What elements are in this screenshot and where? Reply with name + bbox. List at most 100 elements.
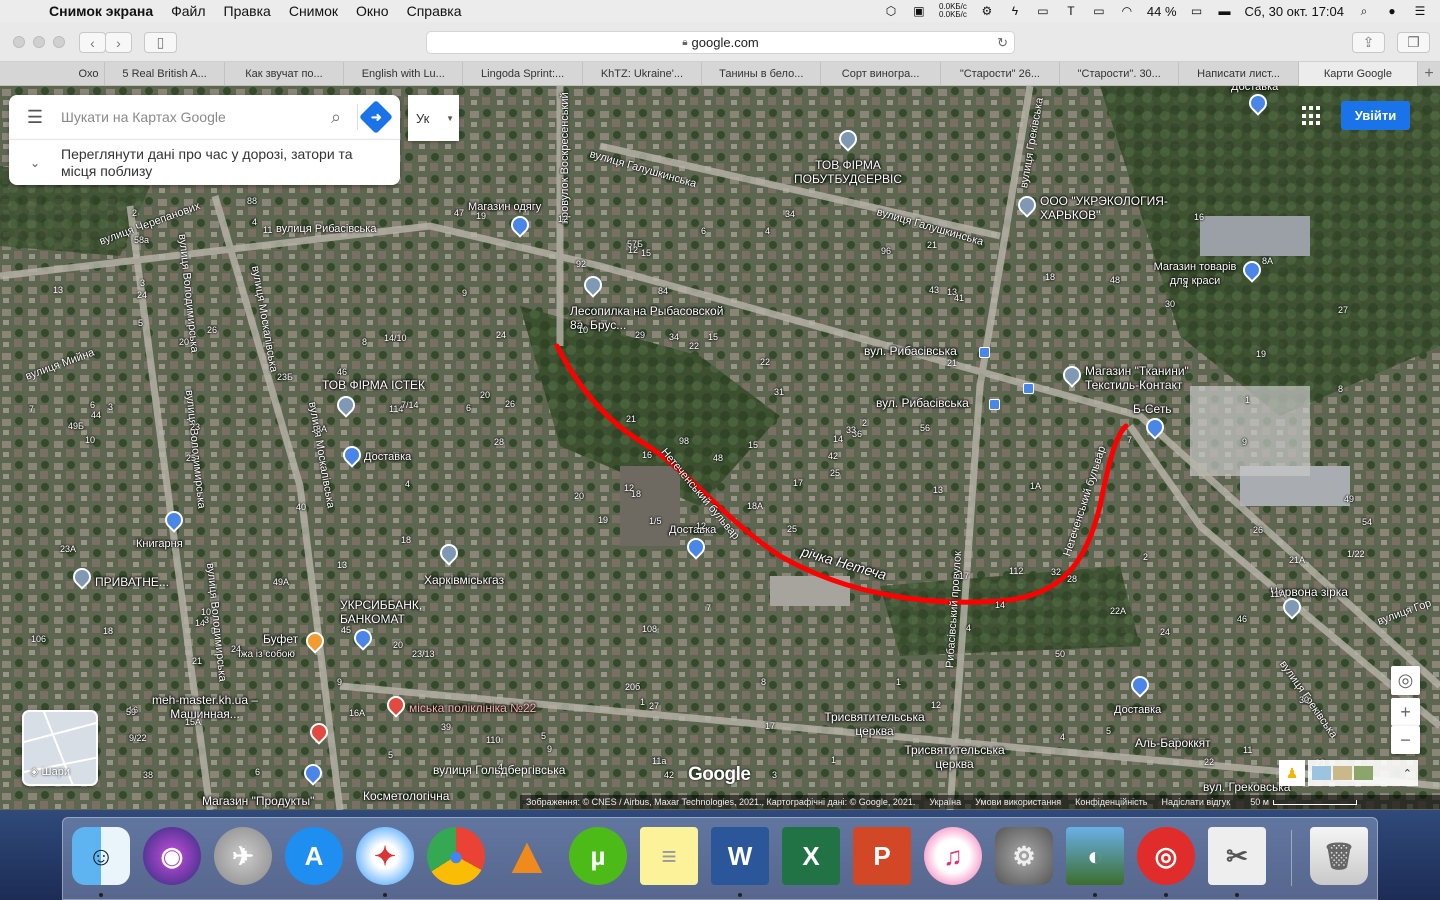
terms-link[interactable]: Умови використання bbox=[975, 797, 1061, 807]
tab[interactable]: "Старости" 26... bbox=[941, 62, 1061, 86]
bus-stop-icon[interactable] bbox=[979, 347, 990, 358]
country-link[interactable]: Україна bbox=[929, 797, 961, 807]
share-button[interactable]: ⇪ bbox=[1352, 32, 1385, 53]
chevron-up-icon[interactable]: ⌃ bbox=[1403, 767, 1412, 780]
thumbnail[interactable] bbox=[1333, 766, 1352, 780]
poi-label[interactable]: Магазин "Продукты" bbox=[202, 794, 314, 808]
menu-app-name[interactable]: Снимок экрана bbox=[40, 3, 162, 19]
privacy-link[interactable]: Конфіденційність bbox=[1075, 797, 1147, 807]
menu-help[interactable]: Справка bbox=[398, 3, 471, 19]
poi-label[interactable]: УКРСИББАНК, БАНКОМАТ bbox=[340, 598, 450, 626]
gas-station-pin[interactable] bbox=[1142, 414, 1168, 442]
poi-label[interactable]: ТОВ ФІРМА ІСТЕК bbox=[322, 378, 425, 392]
spotlight-icon[interactable]: ⌕ bbox=[1356, 4, 1372, 18]
poi-label[interactable]: Доставка bbox=[1114, 703, 1161, 717]
tab[interactable]: "Старости". 30... bbox=[1060, 62, 1180, 86]
notification-center-icon[interactable]: ☰ bbox=[1412, 4, 1428, 18]
tab[interactable]: Lingoda Sprint:... bbox=[463, 62, 583, 86]
minimize-window-button[interactable] bbox=[33, 36, 45, 48]
utorrent-icon[interactable]: µ bbox=[569, 827, 627, 885]
poi-label[interactable]: Доставка bbox=[364, 450, 411, 464]
poi-label[interactable]: вул. Грековська bbox=[1203, 780, 1290, 794]
search-icon[interactable]: ⌕ bbox=[321, 107, 351, 128]
shopping-pin[interactable] bbox=[683, 534, 709, 562]
map-pin[interactable] bbox=[436, 540, 462, 568]
tab[interactable]: 5 Real British A... bbox=[105, 62, 225, 86]
forward-button[interactable]: › bbox=[105, 32, 132, 53]
reload-icon[interactable]: ↻ bbox=[997, 35, 1008, 51]
siri-menu-icon[interactable]: ● bbox=[1384, 4, 1400, 18]
hospital-pin[interactable] bbox=[383, 692, 409, 720]
zoom-window-button[interactable] bbox=[53, 36, 65, 48]
system-preferences-icon[interactable]: ⚙ bbox=[995, 827, 1053, 885]
poi-label[interactable]: Лесопилка на Рыбасовской 8а, Брус... bbox=[570, 304, 730, 332]
map-pin[interactable] bbox=[69, 564, 95, 592]
bus-stop-icon[interactable] bbox=[1023, 383, 1034, 394]
input-flag-icon[interactable]: ▬ bbox=[1217, 4, 1233, 18]
zoom-in-button[interactable]: + bbox=[1391, 698, 1420, 726]
battery-icon[interactable]: ▭ bbox=[1189, 4, 1205, 18]
menu-edit[interactable]: Правка bbox=[215, 3, 280, 19]
menu-window[interactable]: Окно bbox=[347, 3, 398, 19]
shopping-pin[interactable] bbox=[1127, 672, 1153, 700]
clock[interactable]: Сб, 30 окт. 17:04 bbox=[1245, 4, 1344, 19]
excel-icon[interactable]: X bbox=[782, 827, 840, 885]
siri-icon[interactable]: ◉ bbox=[143, 827, 201, 885]
shopping-pin[interactable] bbox=[161, 507, 187, 535]
tab[interactable]: English with Lu... bbox=[344, 62, 464, 86]
poi-label[interactable]: Трисвятительська церква bbox=[892, 743, 1017, 771]
tab[interactable]: Как звучат по... bbox=[225, 62, 345, 86]
map-pin[interactable] bbox=[306, 719, 332, 747]
vlc-icon[interactable]: ▲ bbox=[498, 827, 556, 885]
poi-label[interactable]: meh-master.kh.ua – Машинная... bbox=[140, 693, 270, 721]
my-location-button[interactable]: ◎ bbox=[1391, 666, 1420, 695]
poi-label[interactable]: Аль-Бароккят bbox=[1135, 736, 1211, 750]
poi-label[interactable]: Доставка bbox=[1231, 86, 1278, 94]
map-pin[interactable] bbox=[1279, 594, 1305, 622]
screenshot-icon[interactable]: ✂ bbox=[1208, 827, 1266, 885]
word-icon[interactable]: W bbox=[711, 827, 769, 885]
tab-active[interactable]: Карти Google bbox=[1298, 62, 1419, 86]
document-icon[interactable]: ▭ bbox=[1035, 4, 1051, 18]
feedback-link[interactable]: Надіслати відгук bbox=[1161, 797, 1230, 807]
wifi-icon[interactable]: ◠ bbox=[1119, 4, 1135, 18]
poi-label[interactable]: Харківміськгаз bbox=[424, 573, 504, 587]
directions-button[interactable]: ➜ bbox=[359, 100, 393, 134]
poi-label[interactable]: Магазин "Тканини" Текстиль-Контакт bbox=[1085, 364, 1225, 392]
close-window-button[interactable] bbox=[13, 36, 25, 48]
map-canvas[interactable]: вулиця Галушкинська вулиця Галушкинська … bbox=[0, 86, 1440, 810]
map-pin[interactable] bbox=[1059, 362, 1085, 390]
address-bar[interactable]: 🔒︎ google.com ↻ bbox=[426, 31, 1015, 54]
text-icon[interactable]: T bbox=[1063, 4, 1079, 18]
search-input[interactable]: Шукати на Картах Google bbox=[61, 109, 321, 125]
menu-capture[interactable]: Снимок bbox=[280, 3, 347, 19]
shopping-pin[interactable] bbox=[339, 442, 365, 470]
airplay-icon[interactable]: ▭ bbox=[1091, 4, 1107, 18]
sign-in-button[interactable]: Увійти bbox=[1341, 101, 1410, 130]
poi-label[interactable]: Трисвятительська церква bbox=[812, 710, 937, 738]
restaurant-pin[interactable] bbox=[302, 628, 328, 656]
poi-label[interactable]: Магазин товарів для краси bbox=[1150, 260, 1240, 288]
back-button[interactable]: ‹ bbox=[79, 32, 106, 53]
menu-icon[interactable]: ☰ bbox=[9, 107, 61, 128]
shopping-pin[interactable] bbox=[300, 760, 326, 788]
pegman-icon[interactable]: ♟ bbox=[1279, 760, 1305, 786]
app-store-icon[interactable]: A bbox=[285, 827, 343, 885]
poi-label[interactable]: ПРИВАТНЕ... bbox=[95, 575, 169, 589]
trash-icon[interactable]: 🗑︎ bbox=[1310, 827, 1368, 885]
thumbnail[interactable] bbox=[1312, 766, 1331, 780]
poi-label[interactable]: Доставка bbox=[669, 523, 716, 537]
tab[interactable]: KhTZ: Ukraine'... bbox=[583, 62, 703, 86]
poi-label[interactable]: Їжа із собою bbox=[238, 648, 295, 662]
map-pin[interactable] bbox=[580, 272, 606, 300]
shopping-pin[interactable] bbox=[507, 212, 533, 240]
poi-label[interactable]: міська поліклініка №22 bbox=[409, 701, 536, 715]
gear-icon[interactable]: ⚙ bbox=[979, 4, 995, 18]
tab[interactable]: Танины в бело... bbox=[702, 62, 822, 86]
tab[interactable]: Написати лист... bbox=[1179, 62, 1299, 86]
safari-icon[interactable]: ✦ bbox=[356, 827, 414, 885]
chevron-down-icon[interactable]: ⌄ bbox=[9, 156, 61, 170]
menu-file[interactable]: Файл bbox=[162, 3, 214, 19]
tab[interactable]: Охо bbox=[0, 62, 106, 86]
display-icon[interactable]: ▣ bbox=[911, 4, 927, 18]
